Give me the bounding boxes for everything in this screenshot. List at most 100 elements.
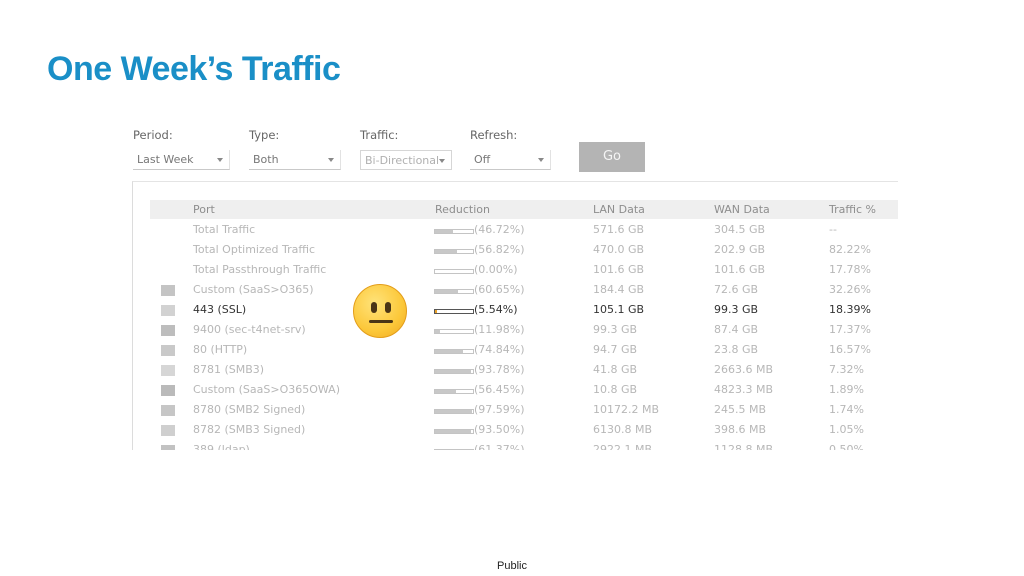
chevron-down-icon — [439, 159, 445, 163]
column-header-lan-data[interactable]: LAN Data — [593, 203, 645, 216]
cell-traffic-pct: -- — [829, 223, 837, 236]
reduction-bar-fill — [435, 290, 459, 293]
series-color-swatch — [161, 345, 175, 356]
traffic-control: Traffic: Bi-Directional — [360, 126, 452, 170]
column-header-wan-data[interactable]: WAN Data — [714, 203, 770, 216]
emoji-mouth — [369, 320, 393, 323]
table-row[interactable]: Custom (SaaS>O365OWA) (56.45%) 10.8 GB 4823… — [133, 380, 898, 400]
cell-wan-data: 72.6 GB — [714, 283, 759, 296]
cell-port: 443 (SSL) — [193, 303, 247, 316]
reduction-bar-fill — [435, 250, 457, 253]
cell-lan-data: 99.3 GB — [593, 323, 638, 336]
cell-port: 8780 (SMB2 Signed) — [193, 403, 306, 416]
cell-wan-data: 87.4 GB — [714, 323, 759, 336]
cell-lan-data: 6130.8 MB — [593, 423, 653, 436]
table-row[interactable]: 443 (SSL) (5.54%) 105.1 GB 99.3 GB 18.39% — [133, 300, 898, 320]
emoji-left-eye — [371, 302, 377, 313]
table-row[interactable]: 80 (HTTP) (74.84%) 94.7 GB 23.8 GB 16.57% — [133, 340, 898, 360]
cell-reduction: (56.45%) — [474, 383, 525, 396]
type-select[interactable]: Both — [249, 150, 341, 170]
cell-traffic-pct: 1.74% — [829, 403, 864, 416]
table-row[interactable]: Total Passthrough Traffic (0.00%) 101.6 GB… — [133, 260, 898, 280]
traffic-select[interactable]: Bi-Directional — [360, 150, 452, 170]
period-label: Period: — [133, 128, 173, 142]
reduction-bar — [434, 349, 474, 354]
cell-lan-data: 10172.2 MB — [593, 403, 660, 416]
series-color-swatch — [161, 305, 175, 316]
cell-wan-data: 304.5 GB — [714, 223, 766, 236]
reduction-bar — [434, 329, 474, 334]
table-row[interactable]: 9400 (sec-t4net-srv) (11.98%) 99.3 GB 87.4 … — [133, 320, 898, 340]
refresh-value: Off — [474, 153, 491, 166]
type-control: Type: Both — [249, 126, 341, 170]
column-header-reduction[interactable]: Reduction — [435, 203, 490, 216]
reduction-bar-fill — [435, 410, 473, 413]
reduction-bar — [434, 309, 474, 314]
chevron-down-icon — [328, 158, 334, 162]
table-header: Port Reduction LAN Data WAN Data Traffic… — [150, 200, 898, 219]
cell-wan-data: 4823.3 MB — [714, 383, 774, 396]
cell-lan-data: 94.7 GB — [593, 343, 638, 356]
type-value: Both — [253, 153, 279, 166]
refresh-select[interactable]: Off — [470, 150, 551, 170]
cell-traffic-pct: 1.89% — [829, 383, 864, 396]
cell-traffic-pct: 32.26% — [829, 283, 871, 296]
cell-port: Custom (SaaS>O365) — [193, 283, 314, 296]
period-select[interactable]: Last Week — [133, 150, 230, 170]
reduction-bar — [434, 249, 474, 254]
cell-traffic-pct: 16.57% — [829, 343, 871, 356]
cell-reduction: (93.50%) — [474, 423, 525, 436]
reduction-bar — [434, 429, 474, 434]
column-header-traffic-pct[interactable]: Traffic % — [829, 203, 876, 216]
table-row[interactable]: 8780 (SMB2 Signed) (97.59%) 10172.2 MB 245.… — [133, 400, 898, 420]
series-color-swatch — [161, 325, 175, 336]
reduction-bar — [434, 269, 474, 274]
cell-traffic-pct: 82.22% — [829, 243, 871, 256]
cell-wan-data: 1128.8 MB — [714, 443, 774, 450]
emoji-right-eye — [385, 302, 391, 313]
cell-lan-data: 571.6 GB — [593, 223, 645, 236]
series-color-swatch — [161, 365, 175, 376]
column-header-port[interactable]: Port — [193, 203, 215, 216]
cell-wan-data: 2663.6 MB — [714, 363, 774, 376]
series-color-swatch — [161, 385, 175, 396]
reduction-bar — [434, 229, 474, 234]
table-row[interactable]: Total Optimized Traffic (56.82%) 470.0 GB 2… — [133, 240, 898, 260]
cell-traffic-pct: 1.05% — [829, 423, 864, 436]
cell-reduction: (97.59%) — [474, 403, 525, 416]
traffic-table: Port Reduction LAN Data WAN Data Traffic… — [132, 181, 898, 450]
type-label: Type: — [249, 128, 280, 142]
cell-lan-data: 101.6 GB — [593, 263, 645, 276]
table-row[interactable]: Total Traffic (46.72%) 571.6 GB 304.5 GB -- — [133, 220, 898, 240]
go-button[interactable]: Go — [579, 142, 645, 172]
reduction-bar — [434, 409, 474, 414]
table-row[interactable]: 8781 (SMB3) (93.78%) 41.8 GB 2663.6 MB 7.32% — [133, 360, 898, 380]
cell-lan-data: 41.8 GB — [593, 363, 638, 376]
reduction-bar — [434, 449, 474, 450]
cell-lan-data: 105.1 GB — [593, 303, 645, 316]
cell-wan-data: 23.8 GB — [714, 343, 759, 356]
cell-reduction: (11.98%) — [474, 323, 525, 336]
reduction-bar-fill — [435, 430, 471, 433]
cell-reduction: (61.37%) — [474, 443, 525, 450]
refresh-control: Refresh: Off — [470, 126, 551, 170]
cell-lan-data: 10.8 GB — [593, 383, 638, 396]
filter-controls: Period: Last Week Type: Both Traffic: Bi… — [132, 126, 652, 176]
reduction-bar — [434, 389, 474, 394]
cell-port: 9400 (sec-t4net-srv) — [193, 323, 306, 336]
cell-reduction: (60.65%) — [474, 283, 525, 296]
cell-wan-data: 202.9 GB — [714, 243, 766, 256]
reduction-bar-fill — [435, 310, 438, 313]
refresh-label: Refresh: — [470, 128, 518, 142]
table-row[interactable]: 8782 (SMB3 Signed) (93.50%) 6130.8 MB 398.6… — [133, 420, 898, 440]
cell-reduction: (46.72%) — [474, 223, 525, 236]
cell-reduction: (56.82%) — [474, 243, 525, 256]
table-row[interactable]: 389 (ldap) (61.37%) 2922.1 MB 1128.8 MB 0.50… — [133, 440, 898, 450]
cell-port: 8782 (SMB3 Signed) — [193, 423, 306, 436]
cell-traffic-pct: 17.37% — [829, 323, 871, 336]
cell-wan-data: 101.6 GB — [714, 263, 766, 276]
reduction-bar — [434, 289, 474, 294]
chevron-down-icon — [217, 158, 223, 162]
series-color-swatch — [161, 425, 175, 436]
table-row[interactable]: Custom (SaaS>O365) (60.65%) 184.4 GB 72.6 G… — [133, 280, 898, 300]
